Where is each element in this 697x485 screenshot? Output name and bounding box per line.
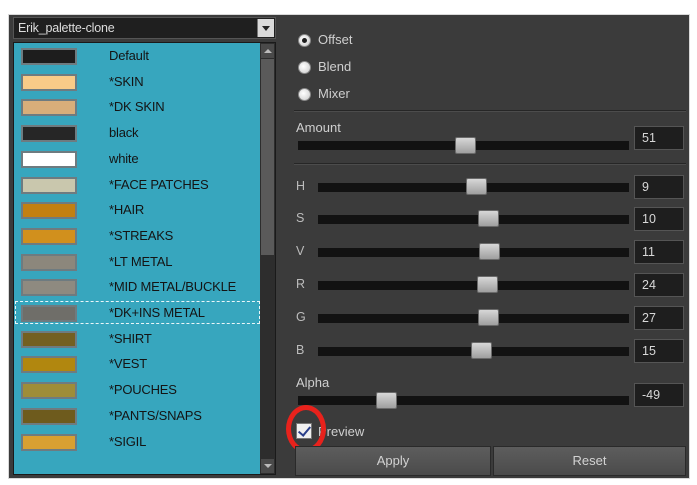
channel-value-field[interactable]: 24 [634, 273, 684, 297]
scroll-up-icon[interactable] [261, 44, 274, 58]
radio-blend-indicator [298, 61, 311, 74]
radio-blend-label: Blend [318, 59, 352, 74]
channel-label: G [296, 310, 306, 324]
color-list-item[interactable]: *DK SKIN [14, 94, 261, 119]
channel-label: H [296, 179, 306, 193]
color-swatch [21, 177, 77, 194]
color-name: *MID METAL/BUCKLE [109, 279, 237, 294]
color-swatch [21, 48, 77, 65]
color-swatch [21, 382, 77, 399]
channel-value-field[interactable]: 10 [634, 207, 684, 231]
color-name: Default [109, 48, 149, 63]
divider [294, 110, 686, 112]
color-name: black [109, 125, 139, 140]
color-name: *LT METAL [109, 254, 173, 269]
radio-mixer-indicator [298, 88, 311, 101]
channel-slider-track[interactable] [318, 215, 629, 224]
color-swatch [21, 331, 77, 348]
alpha-slider-track[interactable] [298, 396, 629, 405]
radio-offset[interactable]: Offset [296, 30, 416, 50]
color-name: *DK+INS METAL [109, 305, 205, 320]
color-list-item[interactable]: white [14, 146, 261, 171]
color-name: *POUCHES [109, 382, 177, 397]
channel-slider-track[interactable] [318, 248, 629, 257]
radio-mixer-label: Mixer [318, 86, 350, 101]
color-name: *PANTS/SNAPS [109, 408, 202, 423]
color-list-item[interactable]: *DK+INS METAL [14, 300, 261, 325]
apply-button[interactable]: Apply [295, 446, 491, 476]
palette-dropdown[interactable]: Erik_palette-clone [13, 17, 276, 39]
color-name: *SIGIL [109, 434, 147, 449]
color-list-item[interactable]: *PANTS/SNAPS [14, 403, 261, 428]
color-list-item[interactable]: *LT METAL [14, 249, 261, 274]
color-swatch [21, 228, 77, 245]
channel-slider-handle[interactable] [478, 309, 499, 326]
color-swatch [21, 151, 77, 168]
color-list-item[interactable]: *STREAKS [14, 223, 261, 248]
color-list-item[interactable]: *MID METAL/BUCKLE [14, 274, 261, 299]
chevron-down-icon[interactable] [257, 19, 274, 37]
color-list-items: Default *SKIN *DK SKIN black white *FACE PATC… [14, 43, 261, 474]
reset-button[interactable]: Reset [493, 446, 686, 476]
channel-value-field[interactable]: 9 [634, 175, 684, 199]
color-name: white [109, 151, 139, 166]
color-list-item[interactable]: black [14, 120, 261, 145]
color-name: *STREAKS [109, 228, 174, 243]
color-swatch [21, 125, 77, 142]
color-swatch [21, 434, 77, 451]
color-swatch [21, 74, 77, 91]
color-list-item[interactable]: *SHIRT [14, 326, 261, 351]
color-name: *FACE PATCHES [109, 177, 209, 192]
channel-value-field[interactable]: 15 [634, 339, 684, 363]
alpha-label: Alpha [296, 375, 330, 390]
color-list-item[interactable]: Default [14, 43, 261, 68]
channel-label: S [296, 211, 305, 225]
channel-slider-handle[interactable] [479, 243, 500, 260]
color-list-item[interactable]: *FACE PATCHES [14, 172, 261, 197]
radio-blend[interactable]: Blend [296, 57, 416, 77]
color-list-item[interactable]: *SKIN [14, 69, 261, 94]
channel-slider-handle[interactable] [466, 178, 487, 195]
channel-value-field[interactable]: 11 [634, 240, 684, 264]
alpha-value-field[interactable]: -49 [634, 383, 684, 407]
color-swatch [21, 99, 77, 116]
radio-offset-indicator [298, 34, 311, 47]
channel-label: B [296, 343, 305, 357]
channel-slider-handle[interactable] [477, 276, 498, 293]
color-name: *DK SKIN [109, 99, 165, 114]
color-list-scrollbar[interactable] [260, 43, 275, 474]
color-list: Default *SKIN *DK SKIN black white *FACE PATC… [13, 42, 276, 475]
radio-mixer[interactable]: Mixer [296, 84, 416, 104]
color-list-item[interactable]: *HAIR [14, 197, 261, 222]
alpha-slider-handle[interactable] [376, 392, 397, 409]
color-name: *SHIRT [109, 331, 152, 346]
color-swatch [21, 305, 77, 322]
color-list-item[interactable]: *POUCHES [14, 377, 261, 402]
channel-slider-track[interactable] [318, 314, 629, 323]
amount-value-field[interactable]: 51 [634, 126, 684, 150]
channel-slider-handle[interactable] [478, 210, 499, 227]
channel-slider-handle[interactable] [471, 342, 492, 359]
channel-label: R [296, 277, 306, 291]
channel-value-field[interactable]: 27 [634, 306, 684, 330]
color-swatch [21, 279, 77, 296]
scrollbar-thumb[interactable] [261, 59, 274, 255]
channel-slider-track[interactable] [318, 281, 629, 290]
divider [294, 163, 686, 165]
amount-slider-handle[interactable] [455, 137, 476, 154]
color-swatch [21, 356, 77, 373]
color-name: *SKIN [109, 74, 144, 89]
color-name: *VEST [109, 356, 148, 371]
amount-label: Amount [296, 120, 341, 135]
color-list-item[interactable]: *VEST [14, 351, 261, 376]
color-swatch [21, 254, 77, 271]
radio-offset-label: Offset [318, 32, 353, 47]
color-name: *HAIR [109, 202, 145, 217]
scroll-down-icon[interactable] [261, 459, 274, 473]
color-swatch [21, 202, 77, 219]
palette-dropdown-value: Erik_palette-clone [18, 21, 115, 35]
channel-label: V [296, 244, 305, 258]
color-swatch [21, 408, 77, 425]
color-list-item[interactable]: *SIGIL [14, 429, 261, 454]
